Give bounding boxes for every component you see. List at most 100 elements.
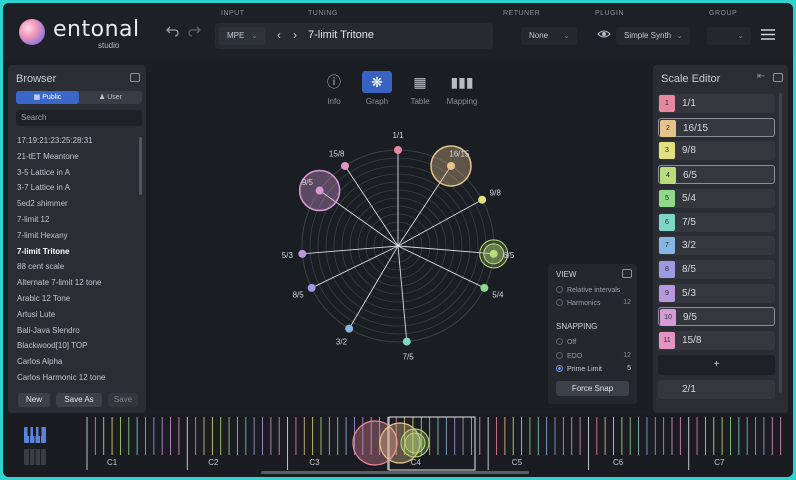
force-snap-button[interactable]: Force Snap xyxy=(556,381,629,396)
chevron-down-icon: ⌄ xyxy=(251,31,258,40)
plugin-select[interactable]: Simple Synth ⌄ xyxy=(616,27,690,45)
scale-list-item[interactable]: 7-limit Hexany xyxy=(8,228,138,244)
scale-list-item[interactable]: Carlos Alpha xyxy=(8,354,138,370)
snap-off-option[interactable]: Off xyxy=(556,338,631,346)
scale-row[interactable]: 11 15/8 xyxy=(658,331,775,350)
snap-prime-limit-option[interactable]: Prime Limit 5 xyxy=(556,365,631,373)
graph-view: 1/1 16/15 9/8 6/5 5/4 7/5 3/2 8/5 5/3 9/5 15/8 ⓘ In… xyxy=(153,65,648,410)
scale-list-item[interactable]: Blackwood[10] TOP xyxy=(8,338,138,354)
new-button[interactable]: New xyxy=(18,393,50,407)
group-select[interactable]: ⌄ xyxy=(707,27,751,45)
scale-list-item[interactable]: 5ed2 shimmer xyxy=(8,196,138,212)
browser-scrollbar[interactable] xyxy=(139,137,142,195)
scale-list-item[interactable]: Artusi Lute xyxy=(8,307,138,323)
scale-list-item[interactable]: 7-limit 12 xyxy=(8,212,138,228)
tab-public[interactable]: ▦ Public xyxy=(16,91,79,104)
harmonics-value[interactable]: 12 xyxy=(623,299,631,306)
tab-mapping[interactable]: ▮▮▮ Mapping xyxy=(443,71,481,106)
scale-row[interactable]: 10 9/5 xyxy=(658,307,775,327)
save-button[interactable]: Save xyxy=(108,393,138,407)
scale-list-item[interactable]: 7-limit Tritone xyxy=(8,244,138,260)
interval-node xyxy=(446,161,455,170)
scale-list: 17:19:21:23:25:28:31 21-tET Meantone 3-5 L… xyxy=(8,133,138,386)
eye-icon[interactable] xyxy=(597,27,611,43)
row-interval[interactable]: 5/3 xyxy=(682,284,696,303)
tab-table[interactable]: ▦ Table xyxy=(401,71,439,106)
scale-row[interactable]: 1 1/1 xyxy=(658,94,775,113)
source-toggle: ▦ Public ♟ User xyxy=(16,91,142,104)
scale-row[interactable]: 7 3/2 xyxy=(658,236,775,256)
keyboard-scrollbar[interactable] xyxy=(261,471,529,474)
scale-list-item[interactable]: Arabic 12 Tone xyxy=(8,291,138,307)
row-interval[interactable]: 3/2 xyxy=(682,236,696,255)
scale-list-item[interactable]: 3-5 Lattice in A xyxy=(8,165,138,181)
tuning-title[interactable]: 7-limit Tritone xyxy=(308,29,374,41)
redo-icon[interactable] xyxy=(187,23,201,40)
import-icon[interactable]: ⇤ xyxy=(757,71,765,82)
row-interval[interactable]: 16/15 xyxy=(683,119,708,138)
tab-label: Table xyxy=(410,97,430,106)
scale-list-item[interactable]: Carlos Harmonic 12 tone xyxy=(8,370,138,386)
scale-list-item[interactable]: 21-tET Meantone xyxy=(8,149,138,165)
menu-icon[interactable] xyxy=(761,27,775,43)
snapping-title: SNAPPING xyxy=(556,322,598,331)
save-as-button[interactable]: Save As xyxy=(56,393,102,407)
panel-collapse-icon[interactable] xyxy=(773,73,783,82)
piano-keyboard[interactable] xyxy=(3,415,793,477)
input-select[interactable]: MPE ⌄ xyxy=(219,27,265,45)
scale-row[interactable]: 4 6/5 xyxy=(658,165,775,185)
scale-list-item[interactable]: 17:19:21:23:25:28:31 xyxy=(8,133,138,149)
chevron-down-icon: ⌄ xyxy=(563,31,570,40)
next-tuning-icon[interactable]: › xyxy=(293,28,297,42)
scale-row[interactable]: 6 7/5 xyxy=(658,212,775,232)
view-title: VIEW xyxy=(556,270,577,279)
interval-spoke xyxy=(344,165,399,247)
tab-info[interactable]: ⓘ Info xyxy=(315,71,353,106)
prime-limit-value[interactable]: 5 xyxy=(627,365,631,372)
scale-list-item[interactable]: Bali-Java Slendro xyxy=(8,323,138,339)
row-interval[interactable]: 9/5 xyxy=(683,308,697,327)
tab-graph[interactable]: ❋ Graph xyxy=(358,71,396,106)
tab-user[interactable]: ♟ User xyxy=(79,91,142,104)
octave-label: C2 xyxy=(208,458,219,467)
panel-collapse-icon[interactable] xyxy=(130,73,140,82)
snap-edo-option[interactable]: EDO 12 xyxy=(556,352,631,360)
scale-list-item[interactable]: 3-7 Lattice in A xyxy=(8,180,138,196)
scale-row[interactable]: 5 5/4 xyxy=(658,188,775,208)
relative-intervals-option[interactable]: Relative intervals xyxy=(556,286,631,294)
interval-label: 3/2 xyxy=(336,338,348,347)
browser-panel: Browser ▦ Public ♟ User 17:19:21:23:25:2… xyxy=(8,65,146,413)
harmonics-option[interactable]: Harmonics 12 xyxy=(556,299,631,307)
row-interval[interactable]: 9/8 xyxy=(682,141,696,160)
row-number: 4 xyxy=(660,167,676,185)
retuner-select[interactable]: None ⌄ xyxy=(521,27,577,45)
interval-node xyxy=(345,324,354,333)
scale-row[interactable]: 8 8/5 xyxy=(658,259,775,279)
row-interval[interactable]: 5/4 xyxy=(682,189,696,208)
row-interval[interactable]: 6/5 xyxy=(683,166,697,185)
interval-node xyxy=(341,161,350,170)
add-interval-button[interactable]: + xyxy=(658,355,775,375)
scale-row[interactable]: 2 16/15 xyxy=(658,117,775,138)
edo-value[interactable]: 12 xyxy=(623,352,631,359)
radio-icon xyxy=(556,299,563,306)
period-row[interactable]: 2/1 xyxy=(658,380,775,399)
editor-scrollbar[interactable] xyxy=(779,93,782,393)
chevron-down-icon: ⌄ xyxy=(676,31,683,40)
tuning-label: TUNING xyxy=(308,10,338,17)
row-interval[interactable]: 8/5 xyxy=(682,260,696,279)
chevron-down-icon: ⌄ xyxy=(737,31,744,40)
radio-selected-icon xyxy=(556,365,563,372)
scale-list-item[interactable]: 88 cent scale xyxy=(8,259,138,275)
scale-list-item[interactable]: Alternate 7-limit 12 tone xyxy=(8,275,138,291)
row-interval[interactable]: 1/1 xyxy=(682,94,696,113)
row-interval[interactable]: 15/8 xyxy=(682,331,701,350)
search-input[interactable] xyxy=(16,110,142,126)
prev-tuning-icon[interactable]: ‹ xyxy=(277,28,281,42)
scale-row[interactable]: 3 9/8 xyxy=(658,141,775,161)
scale-row[interactable]: 9 5/3 xyxy=(658,283,775,303)
undo-icon[interactable] xyxy=(166,23,180,40)
panel-toggle-icon[interactable] xyxy=(622,269,632,278)
brand-sub: studio xyxy=(98,41,120,50)
row-interval[interactable]: 7/5 xyxy=(682,213,696,232)
